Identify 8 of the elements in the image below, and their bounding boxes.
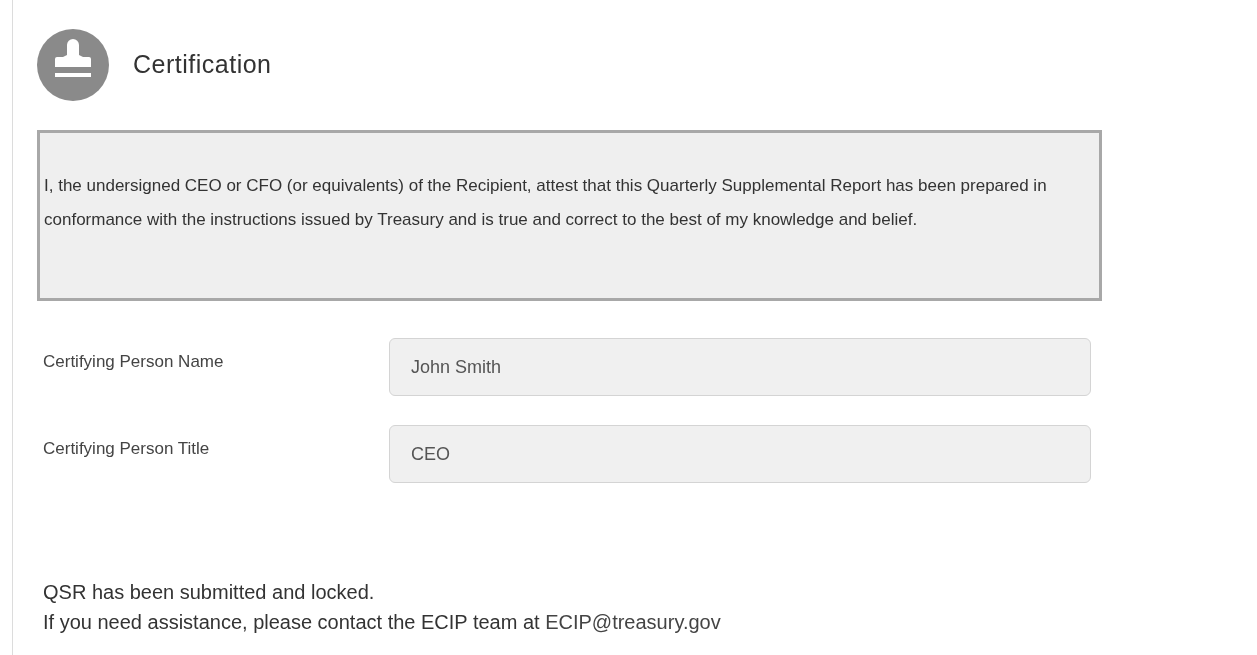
- status-message: QSR has been submitted and locked.: [43, 580, 376, 605]
- section-title: Certification: [133, 49, 272, 81]
- attestation-text: I, the undersigned CEO or CFO (or equivalents) of the Recipient, attest that this Quarterly Supplemental Report has been prepared in conformance with the instructions issued by Treasury and is true and correct to the best of my knowledge and belief.: [44, 175, 1048, 231]
- email-link[interactable]: ECIP@treasury.gov: [545, 611, 721, 633]
- contact-text: If you need assistance, please contact the ECIP team at ECIP@treasury.gov: [43, 610, 722, 635]
- stamp-icon: [37, 29, 109, 101]
- field-label: Certifying Person Name: [43, 351, 225, 374]
- field-label: Certifying Person Title: [43, 438, 211, 461]
